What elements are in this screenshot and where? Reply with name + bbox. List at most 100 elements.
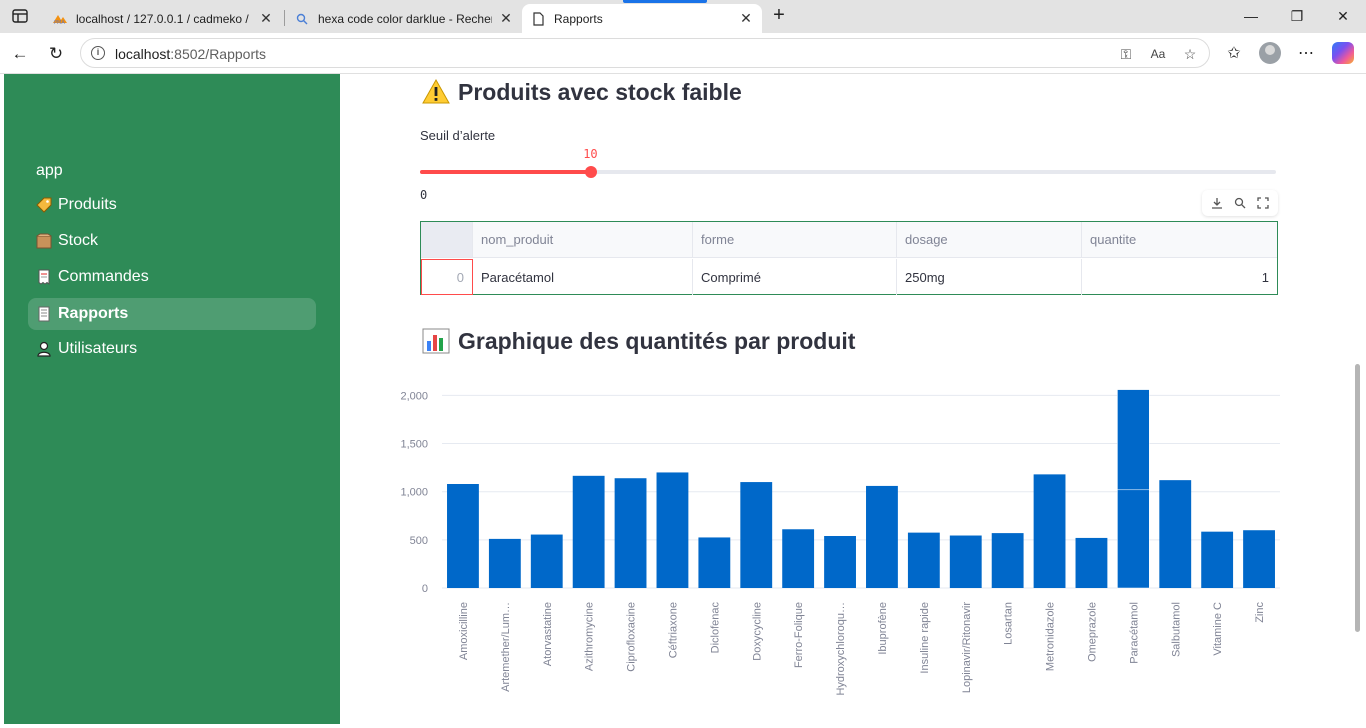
site-info-icon[interactable]: i [91, 46, 105, 60]
browser-tab-strip: PMA localhost / 127.0.0.1 / cadmeko / ✕ … [0, 0, 1366, 33]
bar[interactable] [1159, 480, 1192, 588]
bar[interactable] [991, 533, 1024, 588]
fullscreen-icon[interactable] [1255, 195, 1271, 211]
star-icon[interactable]: ☆ [1181, 45, 1199, 63]
sidebar-item-rapports[interactable]: Rapports [28, 298, 316, 330]
bar[interactable] [907, 532, 940, 588]
slider-min-label: 0 [420, 188, 428, 202]
bar[interactable] [1201, 531, 1234, 588]
bar[interactable] [656, 472, 689, 588]
bar[interactable] [782, 529, 815, 588]
sidebar-item-commandes[interactable]: Commandes [28, 261, 316, 293]
page-scrollbar[interactable] [1355, 364, 1360, 632]
minimize-icon[interactable]: — [1240, 6, 1262, 26]
x-tick-label: Ibuprofène [877, 602, 889, 655]
x-tick-label: Salbutamol [1170, 602, 1182, 657]
table-cell-index[interactable]: 0 [421, 259, 473, 295]
table-header-dosage[interactable]: dosage [897, 222, 1082, 258]
tab-rapports[interactable]: Rapports ✕ [522, 4, 762, 33]
table-cell-nom-produit[interactable]: Paracétamol [473, 259, 693, 295]
translate-icon[interactable]: Aa [1149, 45, 1167, 63]
restore-icon[interactable]: ❐ [1286, 6, 1308, 26]
tab-actions-icon[interactable] [8, 6, 32, 26]
favorites-icon[interactable]: ✩ [1222, 42, 1246, 66]
low-stock-table[interactable]: nom_produit forme dosage quantite 0 Para… [420, 221, 1278, 295]
close-window-icon[interactable]: ✕ [1332, 6, 1354, 26]
x-tick-label: Losartan [1003, 602, 1015, 645]
key-icon[interactable]: ⚿ [1117, 45, 1135, 63]
bar[interactable] [447, 484, 479, 588]
download-icon[interactable] [1209, 195, 1225, 211]
main-content: Produits avec stock faible Seuil d’alert… [340, 74, 1362, 724]
table-cell-dosage[interactable]: 250mg [897, 259, 1082, 295]
bar[interactable] [1243, 530, 1275, 588]
x-tick-label: Hydroxychloroqu… [835, 602, 847, 696]
x-tick-label: Ciprofloxacine [626, 602, 638, 672]
bar[interactable] [866, 485, 898, 588]
tab-separator [284, 10, 285, 26]
sidebar-item-label: Produits [58, 196, 117, 213]
tab-search[interactable]: hexa code color darklue - Recherc ✕ [286, 4, 522, 33]
profile-avatar[interactable] [1259, 42, 1281, 64]
bar[interactable] [698, 537, 731, 588]
search-icon [294, 11, 310, 27]
x-tick-label: Céftriaxone [667, 602, 679, 658]
page-viewport: app Produits Stock Commandes Rapports Ut… [4, 74, 1362, 724]
y-tick-label: 0 [422, 583, 428, 595]
table-cell-quantite[interactable]: 1 [1082, 259, 1277, 295]
sidebar: app Produits Stock Commandes Rapports Ut… [4, 74, 340, 724]
bar-chart-icon [422, 327, 450, 355]
search-icon[interactable] [1232, 195, 1248, 211]
tab-title: Rapports [554, 11, 603, 26]
close-icon[interactable]: ✕ [738, 10, 754, 27]
bar[interactable] [824, 536, 856, 588]
x-tick-label: Lopinavir/Ritonavir [961, 602, 973, 693]
slider-thumb[interactable] [585, 166, 598, 178]
address-input[interactable]: i localhost:8502/Rapports ⚿ Aa ☆ [80, 38, 1210, 68]
sidebar-app-label[interactable]: app [36, 162, 63, 180]
reload-icon[interactable]: ↻ [44, 42, 68, 66]
sidebar-item-produits[interactable]: Produits [28, 189, 316, 221]
tab-phpmyadmin[interactable]: PMA localhost / 127.0.0.1 / cadmeko / ✕ [44, 4, 282, 33]
x-tick-label: Insuline rapide [919, 602, 931, 674]
table-header-quantite[interactable]: quantite [1082, 222, 1277, 258]
chart-heading: Graphique des quantités par produit [422, 327, 855, 355]
x-tick-label: Vitamine C [1212, 602, 1224, 656]
low-stock-heading: Produits avec stock faible [422, 78, 742, 106]
bar[interactable] [1117, 389, 1150, 491]
sidebar-item-stock[interactable]: Stock [28, 225, 316, 257]
bar[interactable] [1033, 474, 1066, 588]
package-icon [36, 233, 52, 249]
new-tab-icon[interactable]: + [768, 5, 790, 26]
bar[interactable] [949, 535, 982, 588]
table-header-forme[interactable]: forme [693, 222, 897, 258]
report-icon [36, 306, 52, 322]
bar[interactable] [572, 475, 605, 588]
copilot-icon[interactable] [1332, 42, 1354, 64]
bar[interactable] [614, 478, 647, 588]
bar[interactable] [488, 538, 521, 588]
bar[interactable] [530, 534, 563, 588]
close-icon[interactable]: ✕ [258, 10, 274, 27]
x-tick-label: Paracétamol [1128, 602, 1140, 664]
x-tick-label: Ferro-Folique [793, 602, 805, 668]
user-icon [36, 341, 52, 357]
url-text: localhost:8502/Rapports [115, 46, 266, 62]
svg-text:PMA: PMA [54, 20, 65, 25]
tab-title: localhost / 127.0.0.1 / cadmeko / [76, 11, 249, 26]
bar[interactable] [740, 482, 773, 588]
table-header-nom-produit[interactable]: nom_produit [473, 222, 693, 258]
slider-label: Seuil d’alerte [420, 128, 496, 143]
back-icon[interactable]: ← [8, 42, 32, 66]
bar[interactable] [1117, 489, 1150, 589]
table-cell-forme[interactable]: Comprimé [693, 259, 897, 295]
quantities-bar-chart[interactable]: 0 500 1,000 1,500 2,000 Amoxicilline Artemethe… [400, 374, 1290, 714]
receipt-icon [36, 269, 52, 285]
x-tick-label: Atorvastatine [542, 602, 554, 666]
address-bar-row: ← ↻ i localhost:8502/Rapports ⚿ Aa ☆ ✩ ⋯ [0, 33, 1366, 74]
more-menu-icon[interactable]: ⋯ [1294, 42, 1318, 66]
tab-accent [623, 0, 707, 3]
sidebar-item-utilisateurs[interactable]: Utilisateurs [28, 333, 316, 365]
bar[interactable] [1075, 537, 1108, 588]
close-icon[interactable]: ✕ [498, 10, 514, 27]
